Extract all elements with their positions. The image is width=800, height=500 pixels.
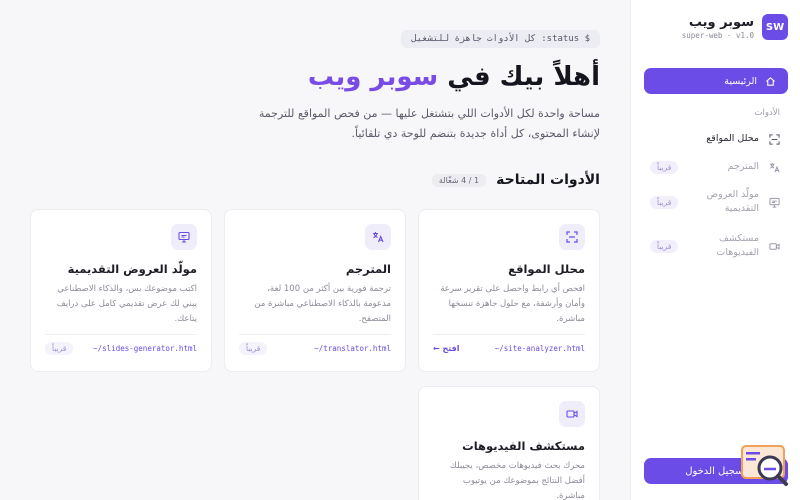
section-title: الأدوات المتاحة [496,172,600,188]
card-footer: ~/slides-generator.html قريباً [45,334,197,355]
tool-card-translator[interactable]: المترجم ترجمة فورية بين أكثر من 100 لغة،… [224,209,406,372]
brand-name: سوبر ويب [688,15,754,30]
brand[interactable]: SW سوبر ويب super-web · v1.0 [638,14,788,44]
card-footer: ~/translator.html قريباً [239,334,391,355]
page-title: أهلاً بيك في سوبر ويب [308,62,600,92]
card-title: مستكشف الفيديوهات [462,439,585,453]
video-icon [769,242,780,250]
card-description: اكتب موضوعك بس، والذكاء الاصطناعي يبني ل… [56,284,197,324]
sidebar-item-slides-generator[interactable]: مولّد العروض التقديمية قريباً [644,188,788,216]
brand-logo: SW [762,14,788,40]
tool-card-site-analyzer[interactable]: محلل المواقع افحص أي رابط واحصل على تقري… [418,209,600,372]
home-icon [766,76,775,86]
count-badge: 1 / 4 شغّالة [431,173,487,187]
card-description: ترجمة فورية بين أكثر من 100 لغة، مدعومة … [254,284,391,324]
sidebar-item-label: مستكشف الفيديوهات [716,233,759,258]
title-accent: سوبر ويب [307,62,439,92]
sidebar-item-site-analyzer[interactable]: محلل المواقع [644,132,788,146]
status-chip: كل الأدوات جاهزة للتشغيل :status $ [401,30,600,48]
tool-card-video-explorer[interactable]: مستكشف الفيديوهات محرك بحث فيديوهات مخصص… [418,386,600,500]
sidebar-section-label: الأدوات [754,108,780,118]
sidebar-item-label: المترجم [727,161,759,172]
translate-icon [769,162,780,172]
card-description: محرك بحث فيديوهات مخصص، يجيبلك أفضل النت… [449,461,585,500]
card-title: المترجم [345,262,391,276]
scan-icon [559,224,585,250]
open-link[interactable]: افتح ← [433,344,460,353]
card-file-path: ~/slides-generator.html [93,343,197,353]
search-widget-icon[interactable] [740,444,790,488]
title-text: أهلاً بيك في [447,62,600,92]
sidebar-item-home[interactable]: الرئيسية [644,68,788,94]
soon-badge: قريباً [650,160,679,174]
presentation-icon [769,197,780,208]
card-title: محلل المواقع [508,262,585,276]
card-title: مولّد العروض التقديمية [67,262,197,276]
sidebar-item-translator[interactable]: المترجم قريباً [644,160,788,174]
sidebar-item-label: مولّد العروض التقديمية [706,189,759,214]
translate-icon [365,224,391,250]
card-footer: ~/site-analyzer.html افتح ← [433,334,585,353]
sidebar-item-label: الرئيسية [724,75,757,87]
soon-badge: قريباً [45,341,74,355]
main-content: كل الأدوات جاهزة للتشغيل :status $ أهلاً… [0,0,630,500]
card-description: افحص أي رابط واحصل على تقرير سرعة وأمان … [440,284,585,324]
hero-description: مساحة واحدة لكل الأدوات اللي بتشتغل عليه… [258,107,600,140]
tools-section-header: الأدوات المتاحة 1 / 4 شغّالة [431,172,600,188]
sidebar: SW سوبر ويب super-web · v1.0 الرئيسية ال… [630,0,800,500]
video-icon [559,401,585,427]
presentation-icon [171,224,197,250]
sidebar-item-label: محلل المواقع [706,133,759,144]
soon-badge: قريباً [650,195,679,209]
sidebar-item-video-explorer[interactable]: مستكشف الفيديوهات قريباً [644,232,788,260]
card-file-path: ~/site-analyzer.html [494,343,585,353]
tool-card-slides-generator[interactable]: مولّد العروض التقديمية اكتب موضوعك بس، و… [30,209,212,372]
brand-version: super-web · v1.0 [681,31,754,40]
soon-badge: قريباً [650,239,679,253]
soon-badge: قريباً [239,341,268,355]
card-file-path: ~/translator.html [314,343,391,353]
scan-icon [769,133,780,145]
